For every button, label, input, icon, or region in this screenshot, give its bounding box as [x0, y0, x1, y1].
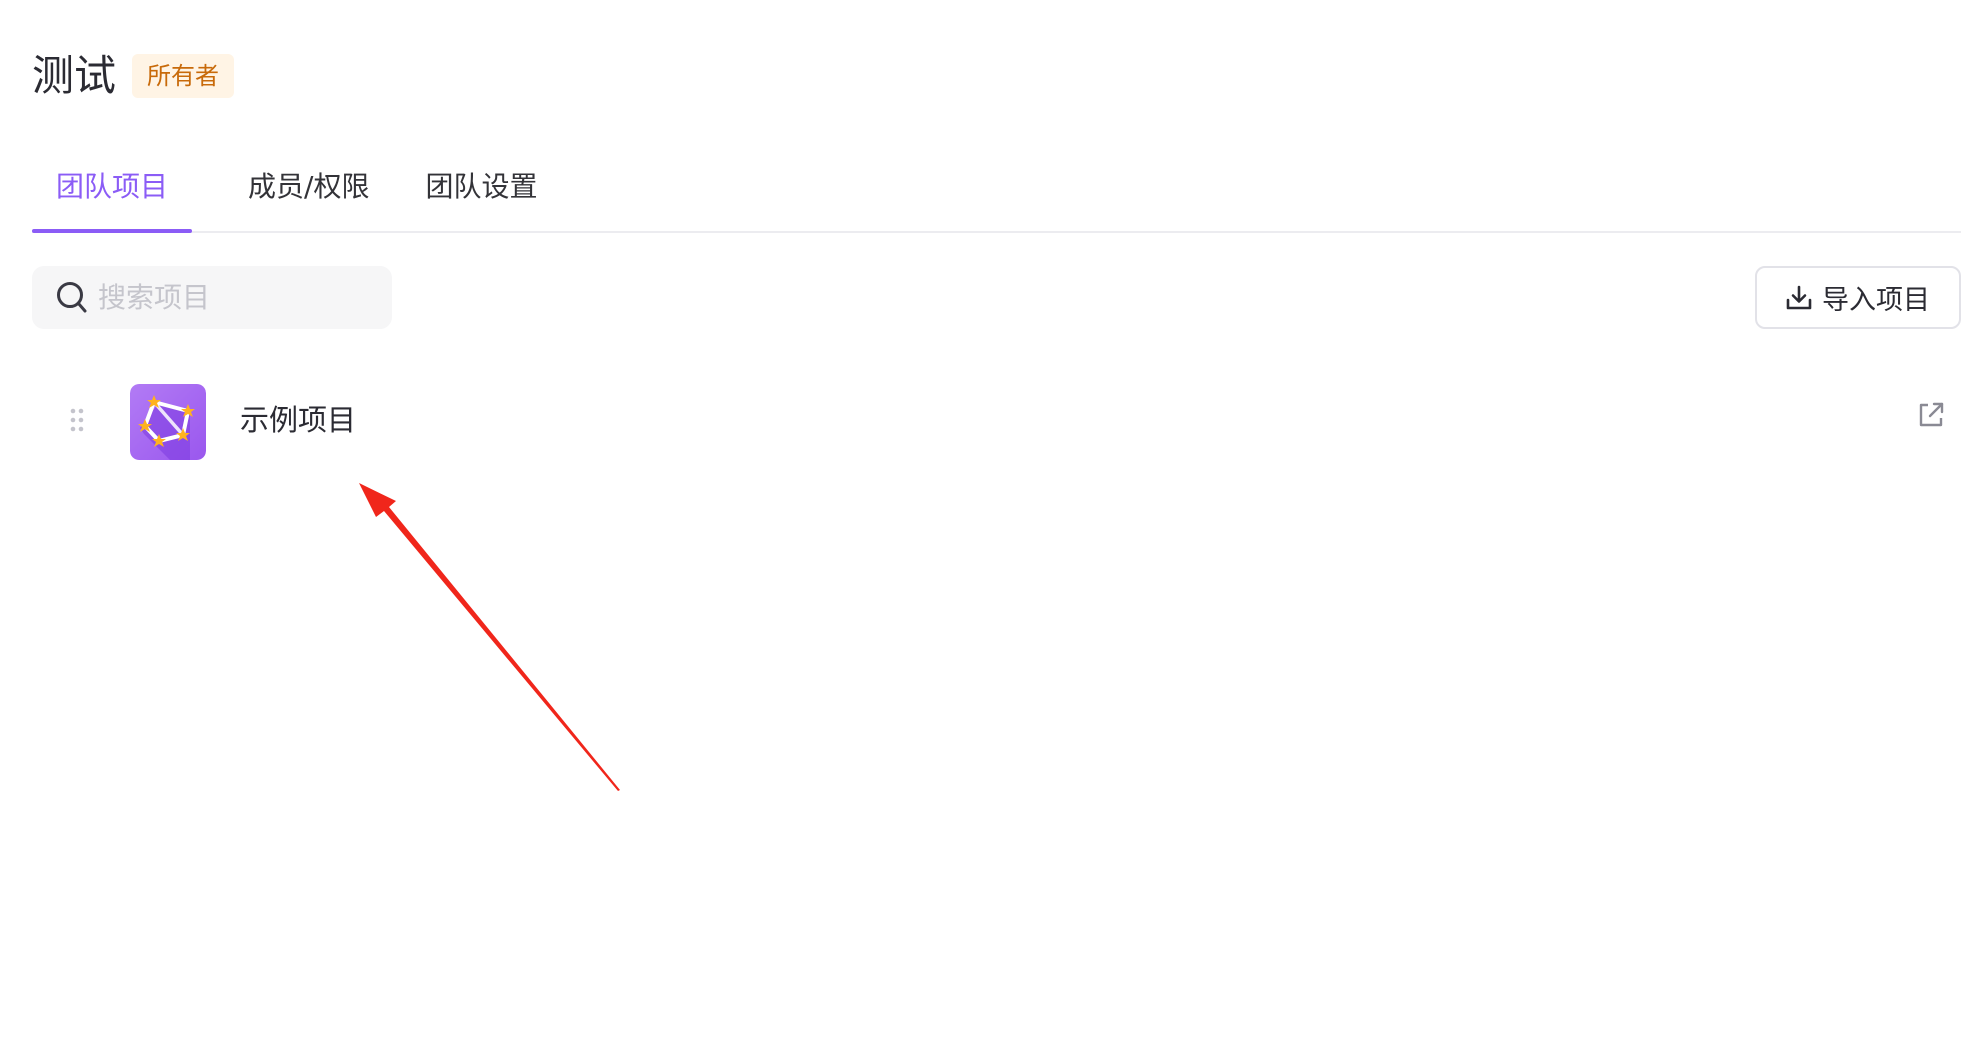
team-page: 测试 所有者 团队项目 成员/权限 团队设置 导入项目: [0, 0, 1961, 1039]
import-project-button[interactable]: 导入项目: [1755, 266, 1961, 329]
tab-team-projects[interactable]: 团队项目: [31, 158, 193, 233]
drag-handle-icon[interactable]: [70, 408, 84, 432]
constellation-icon: [130, 384, 206, 460]
page-title: 测试: [32, 51, 117, 100]
annotation-arrow: [359, 483, 620, 791]
project-name[interactable]: 示例项目: [240, 398, 356, 442]
open-external-icon[interactable]: [1916, 400, 1946, 430]
project-list-item[interactable]: 示例项目: [32, 378, 1961, 464]
download-icon: [1786, 285, 1812, 309]
import-project-label: 导入项目: [1822, 285, 1930, 316]
team-tabs: 团队项目 成员/权限 团队设置: [31, 158, 1961, 233]
team-header: 测试 所有者: [32, 44, 235, 108]
tab-team-settings[interactable]: 团队设置: [425, 158, 537, 231]
search-icon: [57, 281, 87, 312]
tab-members-permissions[interactable]: 成员/权限: [248, 158, 369, 231]
role-badge: 所有者: [132, 54, 235, 98]
search-input[interactable]: [98, 281, 348, 314]
search-box[interactable]: [32, 266, 392, 329]
